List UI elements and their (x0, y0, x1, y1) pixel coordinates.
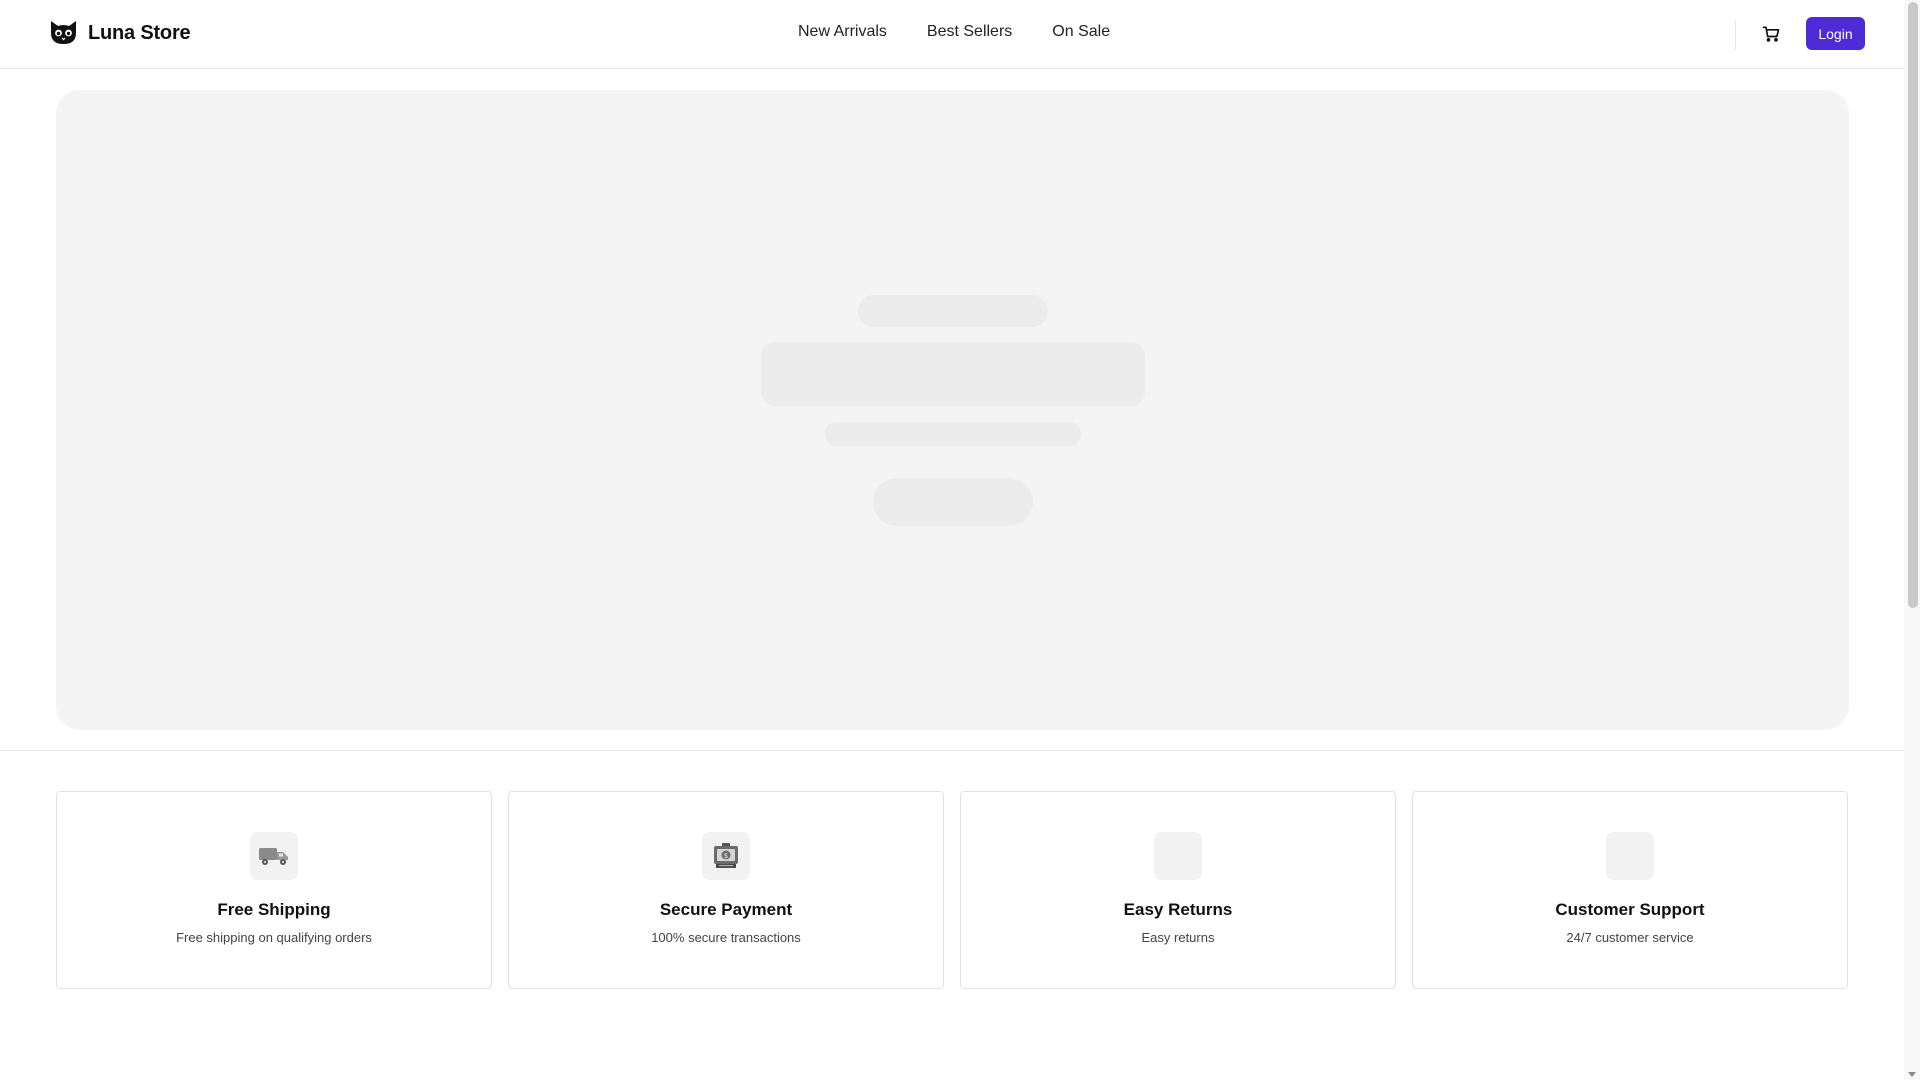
returns-icon (1154, 832, 1202, 880)
hero-banner-skeleton (56, 90, 1849, 730)
payment-icon: $ (702, 832, 750, 880)
feature-card-free-shipping: Free Shipping Free shipping on qualifyin… (56, 791, 492, 989)
nav-on-sale[interactable]: On Sale (1052, 23, 1110, 41)
main-nav: New Arrivals Best Sellers On Sale (798, 23, 1110, 41)
cart-icon (1762, 26, 1780, 42)
feature-description: Easy returns (1141, 930, 1215, 945)
feature-description: 100% secure transactions (651, 930, 801, 945)
feature-card-easy-returns: Easy Returns Easy returns (960, 791, 1396, 989)
skeleton-subtitle (825, 422, 1081, 446)
feature-title: Customer Support (1555, 900, 1705, 919)
feature-title: Free Shipping (217, 900, 331, 919)
brand-name: Luna Store (88, 21, 191, 44)
skeleton-headline (761, 342, 1145, 406)
scroll-down-arrow-icon[interactable] (1908, 1072, 1916, 1077)
scrollbar-thumb[interactable] (1908, 2, 1918, 608)
header-divider (1735, 20, 1736, 50)
brand-logo-link[interactable]: Luna Store (49, 19, 191, 47)
feature-title: Secure Payment (659, 900, 793, 919)
features-row: Free Shipping Free shipping on qualifyin… (56, 791, 1849, 989)
support-icon (1606, 832, 1654, 880)
nav-best-sellers[interactable]: Best Sellers (927, 23, 1012, 41)
truck-icon (250, 832, 298, 880)
site-header: Luna Store New Arrivals Best Sellers On … (0, 0, 1904, 69)
skeleton-cta-button (873, 478, 1033, 526)
skeleton-eyebrow (858, 295, 1048, 327)
section-divider (0, 750, 1904, 751)
feature-description: Free shipping on qualifying orders (176, 930, 372, 945)
svg-text:$: $ (724, 852, 728, 860)
feature-card-customer-support: Customer Support 24/7 customer service (1412, 791, 1848, 989)
nav-new-arrivals[interactable]: New Arrivals (798, 23, 887, 41)
feature-description: 24/7 customer service (1566, 930, 1694, 945)
cat-logo-icon (51, 21, 76, 44)
feature-card-secure-payment: $ Secure Payment 100% secure transaction… (508, 791, 944, 989)
cart-button[interactable] (1759, 22, 1783, 46)
vertical-scrollbar[interactable] (1904, 0, 1920, 1080)
feature-title: Easy Returns (1123, 900, 1233, 919)
login-button[interactable]: Login (1806, 17, 1865, 50)
